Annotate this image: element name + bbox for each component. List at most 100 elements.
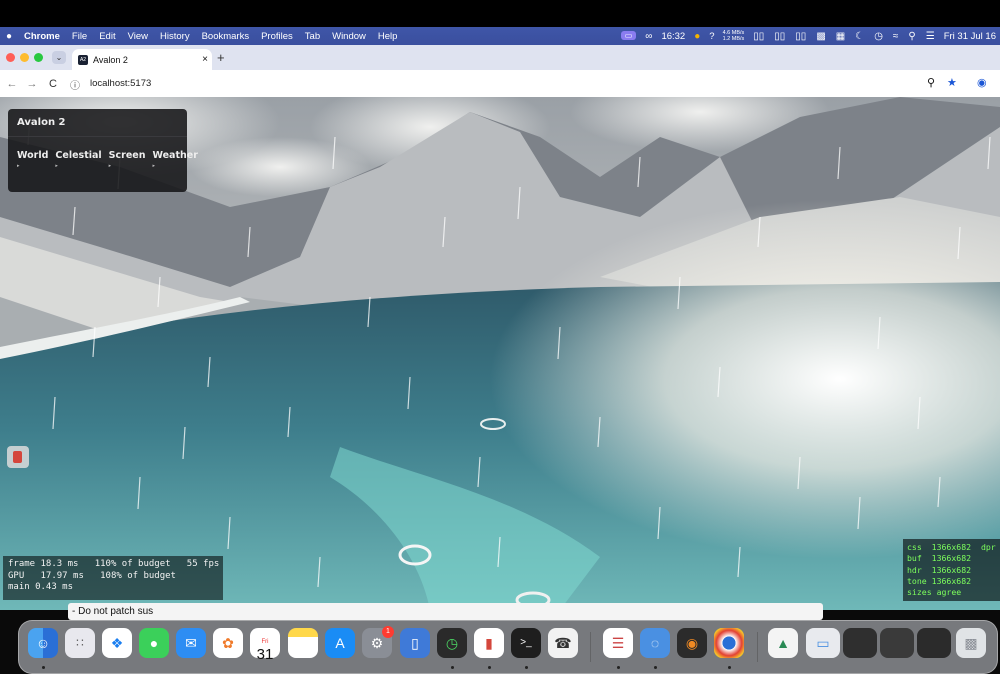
gui-folder-screen[interactable]: Screen ▸ xyxy=(109,150,146,169)
preview-icon[interactable]: ▲ xyxy=(768,628,798,658)
photos-icon[interactable]: ✿ xyxy=(213,628,243,658)
calendar-month: Fri xyxy=(261,639,269,645)
menu-app-name[interactable]: Chrome xyxy=(18,31,66,42)
memory-meter-icon[interactable]: ▯▯ xyxy=(769,31,790,42)
messages-icon[interactable]: ● xyxy=(139,628,169,658)
address-bar[interactable]: ⓘ localhost:5173 xyxy=(70,75,950,92)
focus-icon[interactable]: ∞ xyxy=(640,31,657,42)
gui-folder-label: Celestial xyxy=(55,150,102,161)
tab-favicon-icon: A2 xyxy=(78,54,88,65)
gui-title[interactable]: Avalon 2 xyxy=(17,117,66,128)
menu-history[interactable]: History xyxy=(154,31,196,42)
settings-badge: 1 xyxy=(382,626,394,638)
running-indicator xyxy=(42,666,45,669)
menu-profiles[interactable]: Profiles xyxy=(255,31,299,42)
bookmark-star-icon[interactable]: ★ xyxy=(947,76,957,89)
gui-panel: Avalon 2 World ▸ Celestial ▸ Screen ▸ We… xyxy=(8,109,198,192)
simulator-icon[interactable]: ▯ xyxy=(400,628,430,658)
screenshot-stack-icon[interactable] xyxy=(880,628,914,658)
notes-icon[interactable] xyxy=(288,628,318,658)
canvas-size-debug-overlay: css 1366x682 dpr buf 1366x682 hdr 1366x6… xyxy=(903,539,1000,601)
debug-sizes-line: sizes agree xyxy=(907,587,962,598)
window-zoom-button[interactable] xyxy=(34,53,43,62)
macos-menubar: ● Chrome File Edit View History Bookmark… xyxy=(0,27,1000,45)
menubar-date[interactable]: Fri 31 Jul 16 xyxy=(940,31,1000,42)
trash-icon[interactable]: ▩ xyxy=(956,628,986,658)
running-indicator xyxy=(728,666,731,669)
db-browser-icon[interactable]: ◌ xyxy=(640,628,670,658)
blender-icon[interactable]: ◉ xyxy=(677,628,707,658)
clipboard-icon[interactable]: ▩ xyxy=(811,31,830,42)
time-machine-icon[interactable]: ◷ xyxy=(869,31,888,42)
safari-icon[interactable]: ❖ xyxy=(102,628,132,658)
activity-monitor-icon[interactable]: ◷ xyxy=(437,628,467,658)
screenshot-stack-icon[interactable] xyxy=(917,628,951,658)
chevron-right-icon: ▸ xyxy=(55,163,58,169)
menubar-clock[interactable]: 16:32 xyxy=(657,31,689,42)
running-indicator xyxy=(488,666,491,669)
screen-share-icon[interactable]: ▭ xyxy=(620,31,637,40)
background-terminal-text[interactable]: - Do not patch sus​ xyxy=(68,603,823,620)
menu-help[interactable]: Help xyxy=(372,31,404,42)
profile-avatar-icon[interactable]: ◉ xyxy=(977,76,987,89)
menubar-question[interactable]: ? xyxy=(705,31,718,42)
moon-icon[interactable]: ☾ xyxy=(850,31,869,42)
tab-avalon-2[interactable]: A2 Avalon 2 × xyxy=(72,49,212,70)
gui-folder-world[interactable]: World ▸ xyxy=(17,150,48,169)
spotlight-icon[interactable]: ⚲ xyxy=(903,31,920,42)
debug-hdr-line: hdr 1366x682 xyxy=(907,564,972,575)
new-tab-button[interactable]: + xyxy=(217,50,225,65)
calendar-day: 31 xyxy=(256,646,274,663)
network-speed: 4.6 MB/s 1.2 MB/s xyxy=(719,30,749,42)
menu-view[interactable]: View xyxy=(122,31,154,42)
terminal-icon[interactable]: >_ xyxy=(511,628,541,658)
terminal-glyph: >_ xyxy=(520,637,532,648)
control-center-icon[interactable]: ☰ xyxy=(921,31,940,42)
window-close-button[interactable] xyxy=(6,53,15,62)
chevron-right-icon: ▸ xyxy=(152,163,155,169)
avalon-app-icon[interactable]: ▮ xyxy=(474,628,504,658)
webgl-viewport[interactable]: Avalon 2 World ▸ Celestial ▸ Screen ▸ We… xyxy=(0,97,1000,610)
tab-search-icon[interactable]: ⌄ xyxy=(52,51,66,64)
window-manager-icon[interactable]: ▦ xyxy=(831,31,850,42)
perf-main-line: main 0.43 ms xyxy=(8,582,74,592)
gui-folder-weather[interactable]: Weather ▸ xyxy=(152,150,197,169)
wifi-icon[interactable]: ≈ xyxy=(888,31,904,42)
tab-title: Avalon 2 xyxy=(93,54,128,65)
screen-top-bezel xyxy=(0,0,1000,27)
finder-icon[interactable]: ☺ xyxy=(28,628,58,658)
menu-file[interactable]: File xyxy=(66,31,93,42)
tab-close-icon[interactable]: × xyxy=(198,54,212,65)
menu-tab[interactable]: Tab xyxy=(299,31,326,42)
voice-memos-icon[interactable]: ☎ xyxy=(548,628,578,658)
menu-window[interactable]: Window xyxy=(326,31,372,42)
cpu-meter-icon[interactable]: ▯▯ xyxy=(748,31,769,42)
url-text[interactable]: localhost:5173 xyxy=(90,78,151,89)
dock-separator xyxy=(757,632,758,662)
chrome-icon[interactable] xyxy=(714,628,744,658)
launchpad-icon[interactable]: ∷ xyxy=(65,628,95,658)
site-info-icon[interactable]: ⓘ xyxy=(70,77,84,92)
gui-folder-celestial[interactable]: Celestial ▸ xyxy=(55,150,102,169)
chrome-tab-strip: ⌄ A2 Avalon 2 × + xyxy=(0,45,1000,70)
calendar-icon[interactable]: Fri 31 xyxy=(250,628,280,662)
menu-edit[interactable]: Edit xyxy=(93,31,121,42)
apple-menu-icon[interactable]: ● xyxy=(0,31,18,42)
running-indicator xyxy=(525,666,528,669)
mail-icon[interactable]: ✉ xyxy=(176,628,206,658)
app-store-icon[interactable]: A xyxy=(325,628,355,658)
downloads-stack-icon[interactable]: ▭ xyxy=(806,628,840,658)
forward-button[interactable]: → xyxy=(24,78,40,90)
terminal-line: - Do not patch sus​ xyxy=(72,606,154,617)
zoom-icon[interactable]: ⚲ xyxy=(927,76,935,89)
reload-button[interactable]: C xyxy=(45,78,61,90)
window-minimize-button[interactable] xyxy=(20,53,29,62)
extension-floating-icon[interactable] xyxy=(7,446,29,468)
back-button[interactable]: ← xyxy=(4,78,20,90)
textedit-icon[interactable]: ☰ xyxy=(603,628,633,658)
amphetamine-icon[interactable]: ● xyxy=(689,31,705,42)
disk-meter-icon[interactable]: ▯▯ xyxy=(790,31,811,42)
menu-bookmarks[interactable]: Bookmarks xyxy=(196,31,256,42)
screenshot-stack-icon[interactable] xyxy=(843,628,877,658)
chevron-right-icon: ▸ xyxy=(108,163,112,169)
